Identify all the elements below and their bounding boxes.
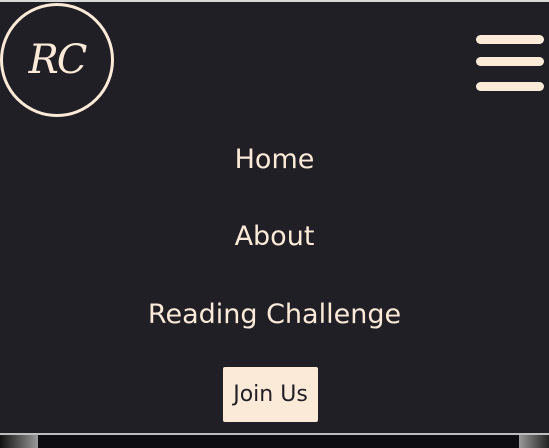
menu-bar <box>476 57 544 66</box>
bottom-divider <box>0 433 549 435</box>
bottom-left-shade <box>0 435 38 448</box>
logo-badge[interactable]: RC <box>0 3 114 117</box>
menu-bar <box>476 82 544 91</box>
hamburger-menu-icon[interactable] <box>476 32 544 94</box>
bottom-strip <box>0 433 549 448</box>
nav-link-about[interactable]: About <box>0 220 549 254</box>
nav-link-reading-challenge[interactable]: Reading Challenge <box>0 298 549 332</box>
bottom-right-shade <box>519 435 549 448</box>
join-us-label: Join Us <box>233 382 308 407</box>
nav-link-home[interactable]: Home <box>0 143 549 177</box>
join-us-button[interactable]: Join Us <box>223 367 318 422</box>
top-divider <box>0 0 549 2</box>
logo-text: RC <box>28 37 88 83</box>
menu-bar <box>476 35 544 44</box>
